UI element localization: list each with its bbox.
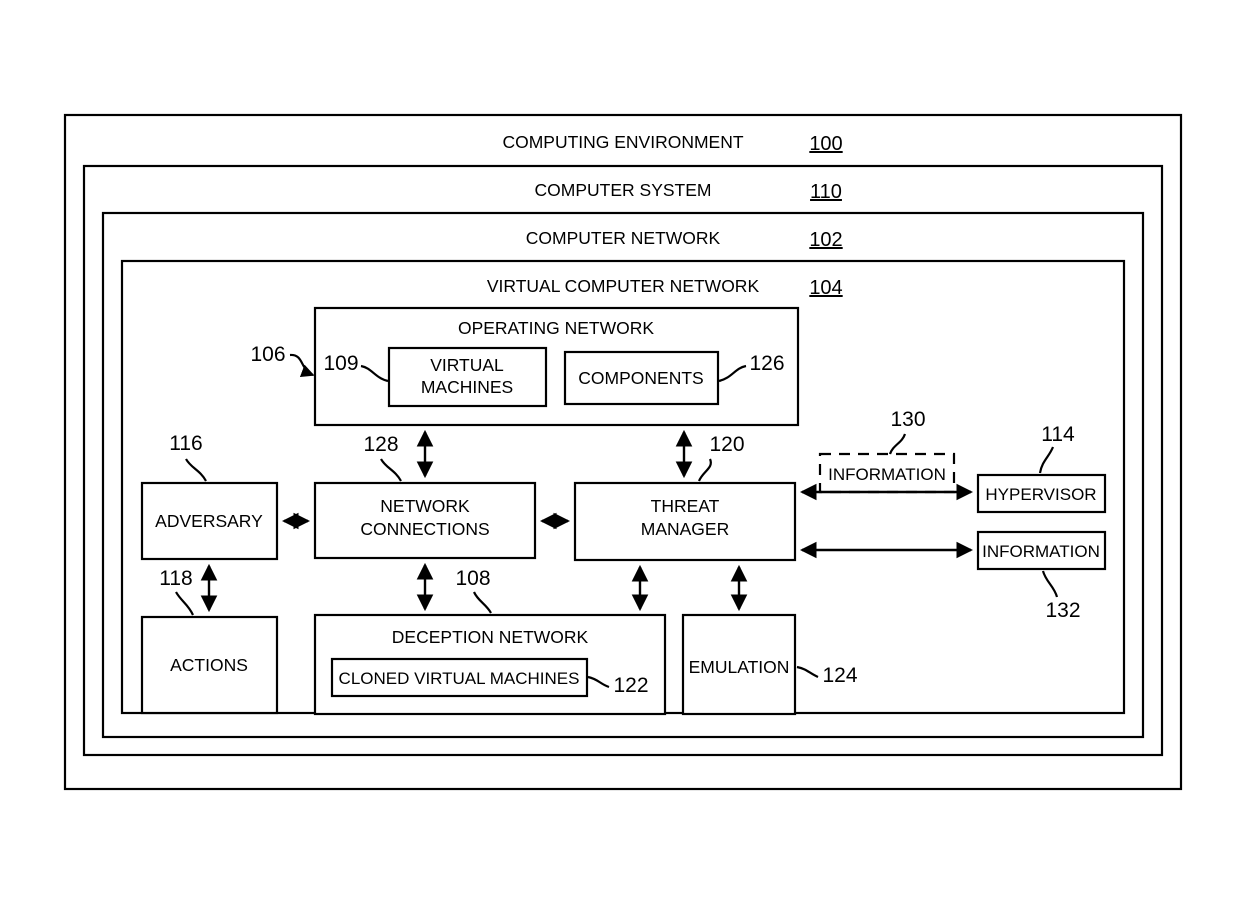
network-connections-box: NETWORK CONNECTIONS	[313, 481, 537, 560]
patent-figure: COMPUTING ENVIRONMENT 100 COMPUTER SYSTE…	[0, 0, 1240, 904]
emulation-label: EMULATION	[689, 657, 790, 677]
ref-130-leader: 130	[888, 408, 926, 455]
frame-ref-110: 110	[810, 181, 842, 203]
ref-108: 108	[455, 567, 490, 590]
information-dashed-label: INFORMATION	[828, 465, 946, 484]
frame-ref-100: 100	[809, 133, 842, 155]
ref-128: 128	[363, 433, 398, 456]
ref-128-leader: 128	[363, 433, 402, 482]
network-connections-label-line2: CONNECTIONS	[360, 519, 489, 539]
threat-manager-box: THREAT MANAGER	[573, 481, 797, 562]
ref-118: 118	[159, 567, 192, 590]
operating-network-box: OPERATING NETWORK	[313, 306, 800, 427]
ref-120: 120	[709, 433, 744, 456]
information-solid-label: INFORMATION	[982, 542, 1100, 561]
information-dashed-box: INFORMATION	[818, 452, 956, 494]
frame-title-computer-network: COMPUTER NETWORK	[526, 228, 721, 248]
hypervisor-label: HYPERVISOR	[985, 485, 1096, 504]
ref-109: 109	[323, 352, 358, 375]
information-solid-box: INFORMATION	[976, 530, 1107, 571]
ref-114: 114	[1041, 423, 1075, 446]
diagram-canvas: COMPUTING ENVIRONMENT 100 COMPUTER SYSTE…	[63, 113, 1183, 791]
frame-ref-104: 104	[809, 277, 842, 299]
ref-116: 116	[169, 432, 202, 455]
ref-132: 132	[1045, 599, 1080, 622]
frame-title-virtual-computer-network: VIRTUAL COMPUTER NETWORK	[487, 276, 760, 296]
cloned-virtual-machines-label: CLONED VIRTUAL MACHINES	[339, 669, 580, 688]
ref-126: 126	[749, 352, 784, 375]
components-box: COMPONENTS	[563, 350, 720, 406]
operating-network-title: OPERATING NETWORK	[458, 318, 654, 338]
cloned-virtual-machines-box: CLONED VIRTUAL MACHINES	[330, 657, 589, 698]
threat-manager-label-line2: MANAGER	[641, 519, 729, 539]
hypervisor-box: HYPERVISOR	[976, 473, 1107, 514]
ref-130: 130	[890, 408, 925, 431]
ref-106-leader: 106	[250, 343, 315, 377]
virtual-machines-label-line1: VIRTUAL	[430, 355, 504, 375]
adversary-label: ADVERSARY	[155, 511, 263, 531]
ref-124-leader: 124	[796, 664, 858, 687]
frame-title-computer-system: COMPUTER SYSTEM	[535, 180, 712, 200]
ref-124: 124	[822, 664, 857, 687]
actions-label: ACTIONS	[170, 655, 248, 675]
network-connections-label-line1: NETWORK	[380, 496, 470, 516]
actions-box: ACTIONS	[140, 615, 279, 715]
ref-132-leader: 132	[1041, 570, 1081, 622]
frame-title-computing-environment: COMPUTING ENVIRONMENT	[502, 132, 743, 152]
frame-ref-102: 102	[809, 229, 842, 251]
ref-118-leader: 118	[159, 567, 195, 616]
virtual-machines-label-line2: MACHINES	[421, 377, 513, 397]
virtual-machines-box: VIRTUAL MACHINES	[387, 346, 548, 408]
ref-106: 106	[250, 343, 285, 366]
threat-manager-label-line1: THREAT	[651, 496, 720, 516]
emulation-box: EMULATION	[681, 613, 797, 716]
deception-network-title: DECEPTION NETWORK	[392, 627, 589, 647]
ref-114-leader: 114	[1038, 423, 1075, 474]
ref-116-leader: 116	[169, 432, 207, 482]
ref-108-leader: 108	[455, 567, 492, 614]
ref-122: 122	[613, 674, 648, 697]
adversary-box: ADVERSARY	[140, 481, 279, 561]
ref-120-leader: 120	[697, 433, 745, 482]
components-label: COMPONENTS	[578, 368, 703, 388]
